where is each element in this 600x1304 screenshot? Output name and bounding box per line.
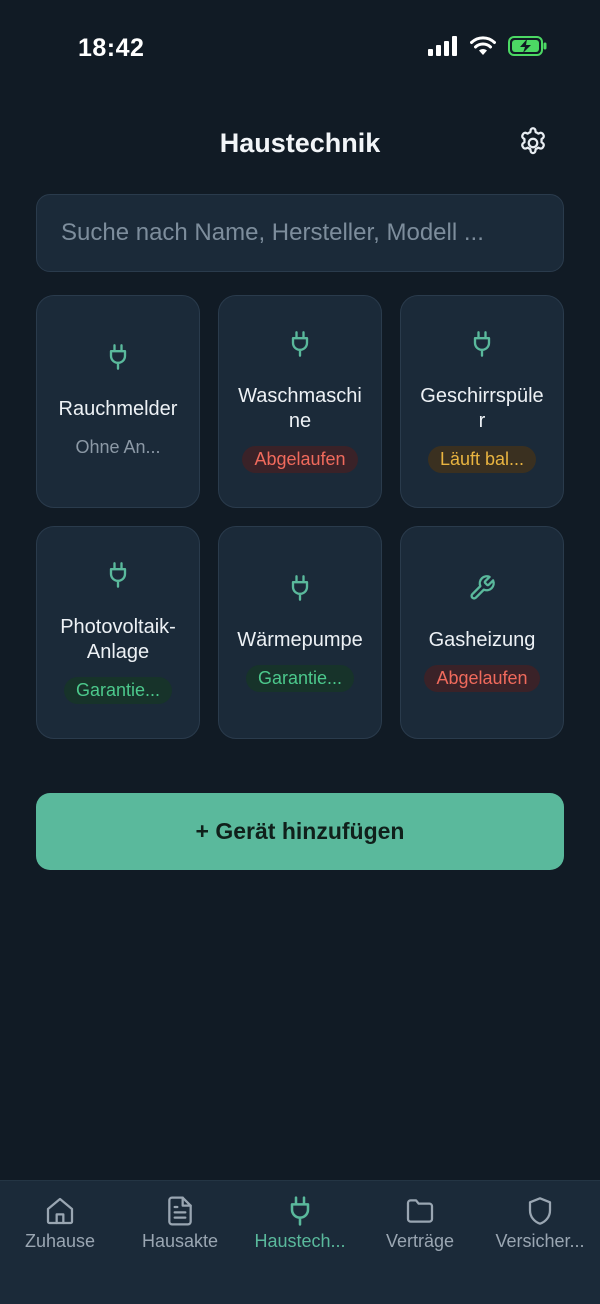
tab-label: Hausakte bbox=[141, 1231, 219, 1251]
wrench-icon bbox=[470, 574, 495, 599]
plug-icon bbox=[291, 331, 309, 357]
add-device-button[interactable]: + Gerät hinzufügen bbox=[36, 793, 564, 870]
status-icons bbox=[428, 36, 548, 56]
folder-icon bbox=[406, 1199, 434, 1223]
device-card-rauchmelder[interactable]: Rauchmelder Ohne An... bbox=[36, 295, 200, 508]
status-bar: 18:42 bbox=[0, 0, 600, 96]
status-badge: Abgelaufen bbox=[424, 664, 540, 692]
status-badge: Garantie... bbox=[63, 677, 173, 704]
status-time: 18:42 bbox=[78, 34, 145, 62]
tab-vertraege[interactable]: Verträge bbox=[360, 1181, 480, 1304]
battery-icon bbox=[508, 36, 547, 56]
document-icon bbox=[168, 1196, 192, 1226]
header: Haustechnik bbox=[0, 118, 600, 170]
shield-icon bbox=[528, 1197, 552, 1225]
device-card-waschmaschine[interactable]: Waschmaschine Abgelaufen bbox=[218, 295, 382, 508]
search-field[interactable] bbox=[36, 194, 564, 272]
home-icon bbox=[46, 1197, 74, 1225]
device-card-waermepumpe[interactable]: Wärmepumpe Garantie... bbox=[218, 526, 382, 739]
search-input[interactable] bbox=[61, 219, 539, 247]
bottom-tab-bar: Zuhause Hausakte Haustech... Verträge Ve… bbox=[0, 1180, 600, 1304]
status-badge: Abgelaufen bbox=[242, 446, 358, 473]
status-badge: Garantie... bbox=[245, 664, 355, 692]
device-card-gasheizung[interactable]: Gasheizung Abgelaufen bbox=[400, 526, 564, 739]
gear-icon bbox=[521, 127, 545, 155]
plug-icon bbox=[473, 331, 491, 357]
device-name: Wärmepumpe bbox=[237, 628, 363, 651]
device-name: Photovoltaik-Anlage bbox=[60, 616, 176, 663]
device-name: Waschmaschine bbox=[238, 385, 362, 432]
device-name: Rauchmelder bbox=[58, 397, 178, 420]
status-badge: Läuft bal... bbox=[427, 446, 537, 473]
tab-label: Haustech... bbox=[254, 1231, 346, 1251]
plug-icon bbox=[290, 1196, 310, 1226]
plug-icon bbox=[109, 562, 127, 588]
device-card-photovoltaik[interactable]: Photovoltaik-Anlage Garantie... bbox=[36, 526, 200, 739]
tab-zuhause[interactable]: Zuhause bbox=[0, 1181, 120, 1304]
tab-haustechnik[interactable]: Haustech... bbox=[240, 1181, 360, 1304]
tab-versicherungen[interactable]: Versicher... bbox=[480, 1181, 600, 1304]
plug-icon bbox=[109, 343, 127, 370]
tab-label: Verträge bbox=[385, 1231, 455, 1251]
signal-icon bbox=[428, 36, 457, 56]
page-title: Haustechnik bbox=[219, 128, 381, 158]
status-badge: Ohne An... bbox=[75, 436, 161, 457]
device-name: Gasheizung bbox=[428, 628, 536, 651]
device-card-geschirrspueler[interactable]: Geschirrspüler Läuft bal... bbox=[400, 295, 564, 508]
plug-icon bbox=[291, 574, 309, 601]
device-name: Geschirrspüler bbox=[420, 385, 544, 432]
settings-button[interactable] bbox=[516, 126, 550, 160]
device-grid: Rauchmelder Ohne An... Waschmaschine Abg… bbox=[36, 295, 564, 739]
tab-hausakte[interactable]: Hausakte bbox=[120, 1181, 240, 1304]
tab-label: Zuhause bbox=[24, 1231, 96, 1251]
tab-label: Versicher... bbox=[495, 1231, 585, 1251]
wifi-icon bbox=[470, 36, 496, 55]
